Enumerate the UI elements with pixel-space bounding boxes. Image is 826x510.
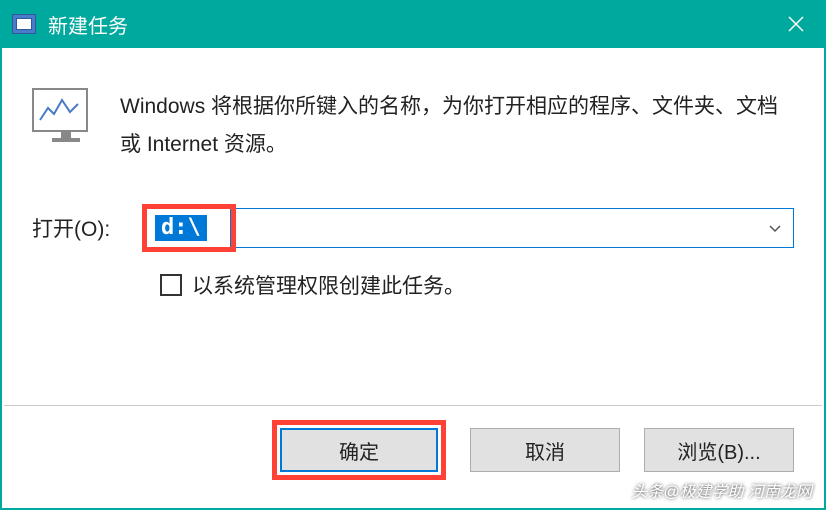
admin-checkbox-row: 以系统管理权限创建此任务。 bbox=[160, 270, 794, 300]
ok-button[interactable]: 确定 bbox=[280, 428, 438, 472]
close-button[interactable] bbox=[766, 0, 826, 48]
admin-checkbox[interactable] bbox=[160, 274, 182, 296]
open-combobox[interactable] bbox=[230, 208, 794, 248]
chevron-down-icon bbox=[768, 221, 782, 235]
open-row: 打开(O): d:\ bbox=[32, 204, 794, 252]
description-row: Windows 将根据你所键入的名称，为你打开相应的程序、文件夹、文档或 Int… bbox=[32, 88, 794, 164]
admin-checkbox-label: 以系统管理权限创建此任务。 bbox=[192, 270, 465, 300]
ok-highlight-box: 确定 bbox=[272, 420, 446, 480]
dialog-content: Windows 将根据你所键入的名称，为你打开相应的程序、文件夹、文档或 Int… bbox=[0, 48, 826, 510]
app-icon bbox=[12, 14, 36, 34]
open-input[interactable] bbox=[231, 209, 757, 247]
window-title: 新建任务 bbox=[48, 10, 766, 39]
run-icon bbox=[32, 88, 100, 148]
cancel-button[interactable]: 取消 bbox=[470, 428, 620, 472]
button-row: 确定 取消 浏览(B)... bbox=[272, 420, 794, 480]
titlebar: 新建任务 bbox=[0, 0, 826, 48]
separator bbox=[4, 405, 822, 406]
close-icon bbox=[788, 16, 804, 32]
input-highlight-box: d:\ bbox=[142, 204, 236, 252]
description-text: Windows 将根据你所键入的名称，为你打开相应的程序、文件夹、文档或 Int… bbox=[120, 88, 794, 164]
browse-button[interactable]: 浏览(B)... bbox=[644, 428, 794, 472]
open-dropdown-button[interactable] bbox=[757, 209, 793, 247]
open-input-selection: d:\ bbox=[155, 215, 207, 241]
open-label: 打开(O): bbox=[32, 213, 142, 243]
watermark-text: 头条@极建学助 河南龙网 bbox=[631, 478, 812, 502]
